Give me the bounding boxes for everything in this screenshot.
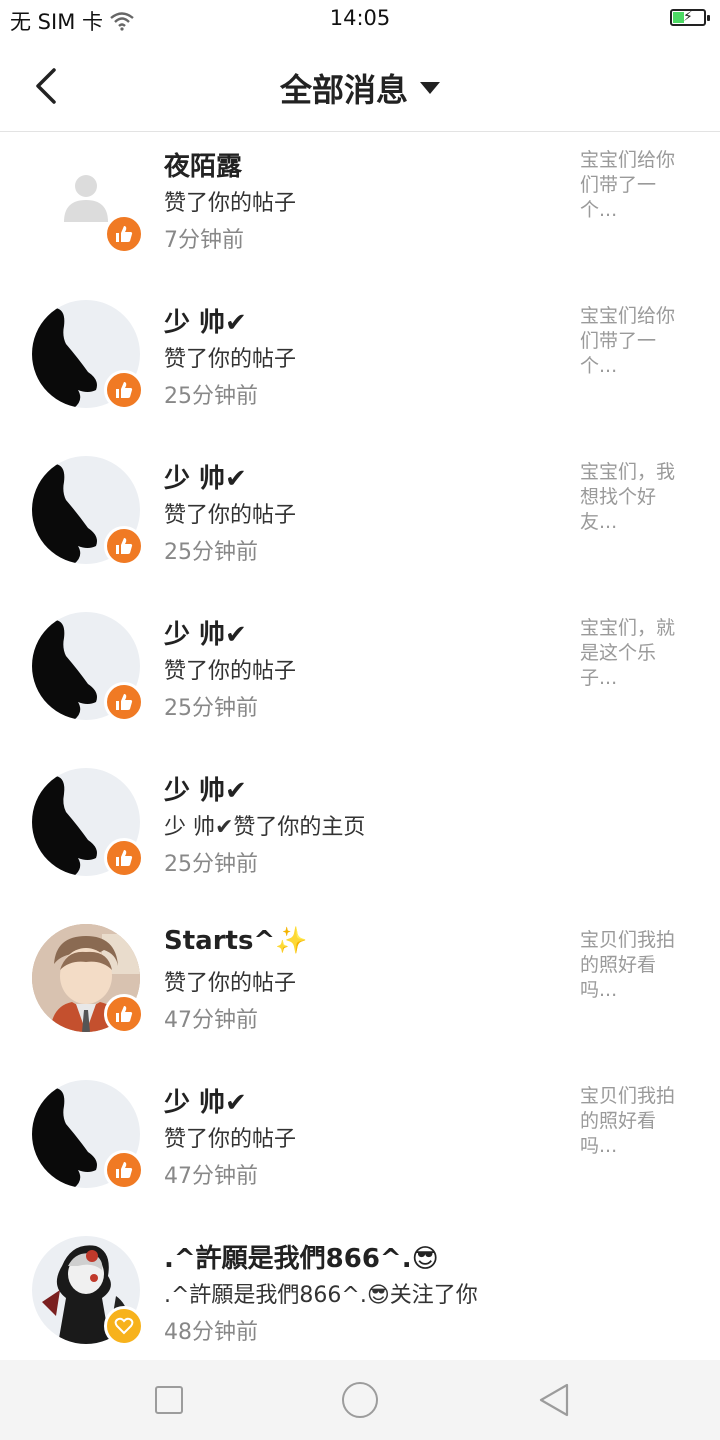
header: 全部消息: [0, 40, 720, 132]
recent-apps-icon[interactable]: [155, 1386, 183, 1414]
message-item[interactable]: 夜陌露 赞了你的帖子 7分钟前 宝宝们给你们带了一个...: [0, 132, 720, 288]
post-preview[interactable]: 宝贝们我拍的照好看吗...: [580, 1084, 688, 1159]
thumbs-up-icon: [116, 382, 133, 398]
sender-name[interactable]: Starts^✨: [164, 926, 308, 956]
message-time: 25分钟前: [164, 852, 258, 877]
thumbs-up-icon: [116, 1162, 133, 1178]
sender-name[interactable]: .^許願是我們866^.😎: [164, 1238, 439, 1275]
message-time: 7分钟前: [164, 228, 244, 253]
battery-icon: ⚡: [670, 9, 710, 26]
thumbs-up-badge: [104, 838, 144, 878]
heart-badge: [104, 1306, 144, 1346]
thumbs-up-icon: [116, 694, 133, 710]
thumbs-up-icon: [116, 538, 133, 554]
post-preview[interactable]: 宝宝们，就是这个乐子...: [580, 616, 688, 691]
sender-name[interactable]: 夜陌露: [164, 146, 242, 183]
message-item[interactable]: 少 帅✔ 赞了你的帖子 25分钟前 宝宝们，就是这个乐子...: [0, 600, 720, 756]
nav-back-icon[interactable]: [537, 1382, 571, 1418]
status-time: 14:05: [329, 6, 391, 30]
thumbs-up-badge: [104, 1150, 144, 1190]
thumbs-up-icon: [116, 226, 133, 242]
message-item[interactable]: 少 帅✔ 赞了你的帖子 25分钟前 宝宝们，我想找个好友...: [0, 444, 720, 600]
message-action: 赞了你的帖子: [164, 191, 297, 216]
thumbs-up-badge: [104, 214, 144, 254]
message-action: 赞了你的帖子: [164, 347, 297, 372]
message-list[interactable]: 夜陌露 赞了你的帖子 7分钟前 宝宝们给你们带了一个... 少 帅✔ 赞了你的帖…: [0, 132, 720, 1360]
home-icon[interactable]: [342, 1382, 378, 1418]
post-preview[interactable]: 宝宝们给你们带了一个...: [580, 304, 688, 379]
thumbs-up-badge: [104, 370, 144, 410]
message-item[interactable]: 少 帅✔ 少 帅✔赞了你的主页 25分钟前: [0, 756, 720, 912]
thumbs-up-badge: [104, 526, 144, 566]
title-dropdown[interactable]: 全部消息: [0, 65, 720, 111]
message-action: 赞了你的帖子: [164, 1127, 297, 1152]
message-item[interactable]: Starts^✨ 赞了你的帖子 47分钟前 宝贝们我拍的照好看吗...: [0, 912, 720, 1068]
thumbs-up-badge: [104, 994, 144, 1034]
caret-down-icon: [420, 82, 440, 94]
sender-name[interactable]: 少 帅✔: [164, 770, 247, 807]
page-title: 全部消息: [279, 71, 408, 109]
message-action: 少 帅✔赞了你的主页: [164, 815, 366, 840]
message-action: 赞了你的帖子: [164, 659, 297, 684]
message-time: 48分钟前: [164, 1320, 258, 1345]
post-preview[interactable]: 宝宝们给你们带了一个...: [580, 148, 688, 223]
thumbs-up-icon: [116, 1006, 133, 1022]
sender-name[interactable]: 少 帅✔: [164, 1082, 247, 1119]
post-preview[interactable]: 宝宝们，我想找个好友...: [580, 460, 688, 535]
sender-name[interactable]: 少 帅✔: [164, 302, 247, 339]
post-preview[interactable]: 宝贝们我拍的照好看吗...: [580, 928, 688, 1003]
message-action: .^許願是我們866^.😎关注了你: [164, 1283, 478, 1308]
message-item[interactable]: 少 帅✔ 赞了你的帖子 47分钟前 宝贝们我拍的照好看吗...: [0, 1068, 720, 1224]
heart-icon: [114, 1317, 134, 1335]
message-item[interactable]: 少 帅✔ 赞了你的帖子 25分钟前 宝宝们给你们带了一个...: [0, 288, 720, 444]
message-time: 25分钟前: [164, 540, 258, 565]
message-time: 47分钟前: [164, 1164, 258, 1189]
sender-name[interactable]: 少 帅✔: [164, 614, 247, 651]
message-item[interactable]: .^許願是我們866^.😎 .^許願是我們866^.😎关注了你 48分钟前: [0, 1224, 720, 1360]
thumbs-up-badge: [104, 682, 144, 722]
system-nav-bar: [0, 1360, 720, 1440]
message-time: 25分钟前: [164, 696, 258, 721]
sender-name[interactable]: 少 帅✔: [164, 458, 247, 495]
message-action: 赞了你的帖子: [164, 503, 297, 528]
message-time: 47分钟前: [164, 1008, 258, 1033]
thumbs-up-icon: [116, 850, 133, 866]
message-time: 25分钟前: [164, 384, 258, 409]
message-action: 赞了你的帖子: [164, 971, 297, 996]
status-bar: 无 SIM 卡 14:05 ⚡: [0, 0, 720, 40]
